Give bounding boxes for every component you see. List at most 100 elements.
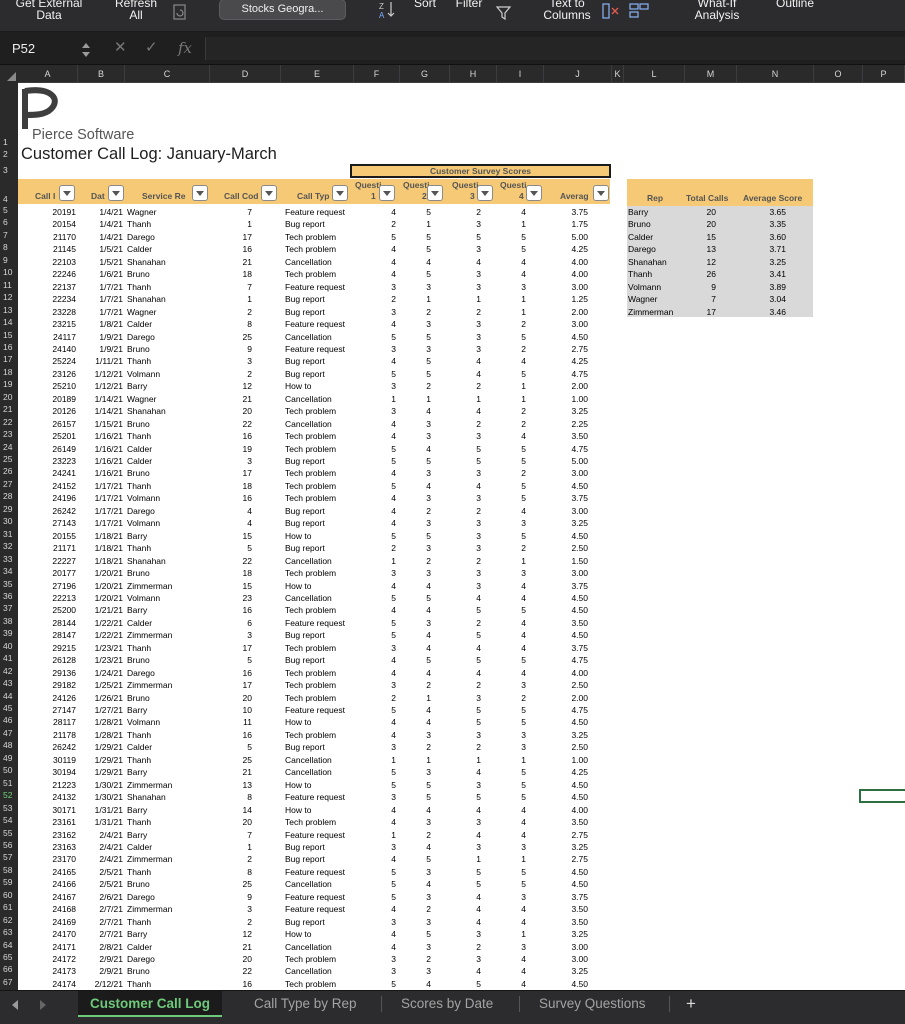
cell-q4[interactable]: 1 (502, 306, 526, 318)
cell-average[interactable]: 3.00 (550, 941, 588, 953)
cell-q1[interactable]: 5 (356, 978, 396, 990)
cell-service-rep[interactable]: Volmann (127, 492, 207, 504)
tab-scores-by-date[interactable]: Scores by Date (401, 991, 493, 1017)
cell-call-id[interactable]: 20191 (39, 206, 76, 218)
cell-service-rep[interactable]: Wagner (127, 393, 207, 405)
row-header-65[interactable]: 65 (0, 952, 18, 962)
cell-q2[interactable]: 4 (405, 667, 431, 679)
cell-q2[interactable]: 3 (405, 916, 431, 928)
cell-service-rep[interactable]: Zimmerman (127, 629, 207, 641)
cell-q2[interactable]: 5 (405, 231, 431, 243)
cell-call-code[interactable]: 5 (218, 542, 252, 554)
cell-q4[interactable]: 4 (502, 965, 526, 977)
cell-service-rep[interactable]: Calder (127, 443, 207, 455)
cell-call-id[interactable]: 24165 (39, 866, 76, 878)
cell-call-type[interactable]: Tech problem (285, 231, 365, 243)
cell-q1[interactable]: 4 (356, 492, 396, 504)
cell-call-id[interactable]: 24167 (39, 891, 76, 903)
cell-average[interactable]: 4.50 (550, 530, 588, 542)
column-header-j[interactable]: J (544, 65, 612, 83)
remove-duplicates-icon[interactable] (602, 3, 624, 21)
cell-call-code[interactable]: 12 (218, 380, 252, 392)
cell-q2[interactable]: 4 (405, 841, 431, 853)
cell-call-type[interactable]: Tech problem (285, 729, 365, 741)
cell-date[interactable]: 1/23/21 (91, 654, 123, 666)
cell-service-rep[interactable]: Calder (127, 741, 207, 753)
cell-call-type[interactable]: Tech problem (285, 692, 365, 704)
cell-call-type[interactable]: Cancellation (285, 878, 365, 890)
cell-q3[interactable]: 3 (454, 331, 481, 343)
cell-q1[interactable]: 5 (356, 480, 396, 492)
cell-q2[interactable]: 3 (405, 430, 431, 442)
cell-date[interactable]: 1/29/21 (91, 754, 123, 766)
cell-q1[interactable]: 4 (356, 604, 396, 616)
cell-call-type[interactable]: Cancellation (285, 331, 365, 343)
cell-call-id[interactable]: 25210 (39, 380, 76, 392)
cell-q2[interactable]: 5 (405, 243, 431, 255)
cell-q2[interactable]: 5 (405, 455, 431, 467)
cell-q2[interactable]: 3 (405, 617, 431, 629)
row-header-2[interactable]: 2 (0, 149, 18, 159)
cell-q2[interactable]: 5 (405, 355, 431, 367)
cell-q4[interactable]: 3 (502, 567, 526, 579)
cell-q4[interactable]: 1 (502, 218, 526, 230)
row-header-57[interactable]: 57 (0, 852, 18, 862)
cell-q1[interactable]: 5 (356, 779, 396, 791)
cell-call-type[interactable]: Bug report (285, 542, 365, 554)
cell-q3[interactable]: 3 (454, 492, 481, 504)
cell-q4[interactable]: 5 (502, 368, 526, 380)
cell-q4[interactable]: 5 (502, 604, 526, 616)
summary-cell-average-score[interactable]: 3.04 (730, 293, 786, 305)
cell-date[interactable]: 2/9/21 (91, 953, 123, 965)
cell-call-code[interactable]: 18 (218, 567, 252, 579)
filter-dropdown-call-code[interactable] (261, 185, 277, 201)
cell-call-code[interactable]: 12 (218, 928, 252, 940)
cell-call-type[interactable]: Bug report (285, 293, 365, 305)
cell-q3[interactable]: 5 (454, 716, 481, 728)
text-to-columns-button[interactable]: Text to Columns (532, 0, 602, 21)
cell-date[interactable]: 1/7/21 (91, 306, 123, 318)
cell-service-rep[interactable]: Barry (127, 530, 207, 542)
column-header-b[interactable]: B (78, 65, 125, 83)
cell-q1[interactable]: 2 (356, 218, 396, 230)
column-header-c[interactable]: C (125, 65, 210, 83)
cell-call-code[interactable]: 23 (218, 592, 252, 604)
cell-call-id[interactable]: 21171 (39, 542, 76, 554)
cell-service-rep[interactable]: Calder (127, 243, 207, 255)
cell-date[interactable]: 1/26/21 (91, 692, 123, 704)
cell-average[interactable]: 4.00 (550, 268, 588, 280)
cell-average[interactable]: 1.50 (550, 555, 588, 567)
cell-service-rep[interactable]: Thanh (127, 480, 207, 492)
cell-q3[interactable]: 3 (454, 928, 481, 940)
cell-call-type[interactable]: Bug report (285, 355, 365, 367)
cell-q1[interactable]: 5 (356, 443, 396, 455)
cell-call-code[interactable]: 7 (218, 829, 252, 841)
cell-service-rep[interactable]: Thanh (127, 754, 207, 766)
cell-q1[interactable]: 4 (356, 654, 396, 666)
row-header-43[interactable]: 43 (0, 678, 18, 688)
cell-q3[interactable]: 4 (454, 642, 481, 654)
cell-call-type[interactable]: Cancellation (285, 754, 365, 766)
cell-call-code[interactable]: 6 (218, 617, 252, 629)
cell-average[interactable]: 2.25 (550, 418, 588, 430)
cell-call-code[interactable]: 16 (218, 492, 252, 504)
row-header-49[interactable]: 49 (0, 753, 18, 763)
cell-call-id[interactable]: 26157 (39, 418, 76, 430)
cell-q3[interactable]: 4 (454, 903, 481, 915)
cell-q3[interactable]: 4 (454, 368, 481, 380)
cell-date[interactable]: 1/11/21 (91, 355, 123, 367)
cell-q1[interactable]: 3 (356, 567, 396, 579)
cell-q3[interactable]: 5 (454, 443, 481, 455)
row-header-22[interactable]: 22 (0, 417, 18, 427)
cell-q4[interactable]: 4 (502, 916, 526, 928)
cell-call-type[interactable]: Bug report (285, 306, 365, 318)
cell-q2[interactable]: 4 (405, 629, 431, 641)
cell-average[interactable]: 4.50 (550, 716, 588, 728)
cell-q3[interactable]: 3 (454, 841, 481, 853)
cell-date[interactable]: 1/28/21 (91, 716, 123, 728)
summary-cell-total-calls[interactable]: 7 (688, 293, 716, 305)
cell-date[interactable]: 1/18/21 (91, 530, 123, 542)
cell-q1[interactable]: 2 (356, 542, 396, 554)
cell-average[interactable]: 4.50 (550, 878, 588, 890)
cell-date[interactable]: 1/5/21 (91, 243, 123, 255)
